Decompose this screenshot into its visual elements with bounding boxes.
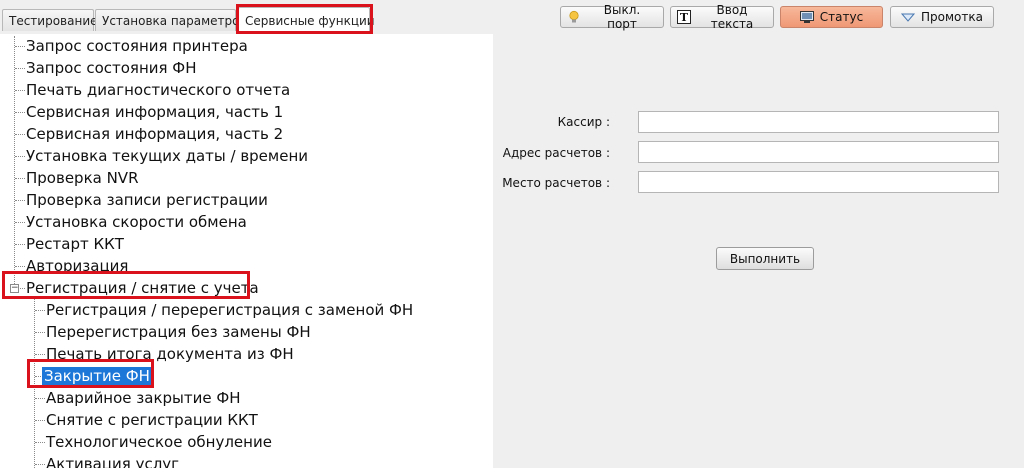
svg-text:T: T	[680, 11, 689, 24]
form-panel: Кассир : Адрес расчетов : Место расчетов…	[493, 34, 1024, 468]
tree-item-service-info-2[interactable]: Сервисная информация, часть 2	[26, 124, 283, 144]
tab-testing[interactable]: Тестирование	[2, 9, 98, 31]
tree-item-diagnostic-report[interactable]: Печать диагностического отчета	[26, 80, 290, 100]
tree-item-reregistration-no-replace[interactable]: Перерегистрация без замены ФН	[46, 322, 311, 342]
tree-item-service-info-1[interactable]: Сервисная информация, часть 1	[26, 102, 283, 122]
tree-item-nvr-check[interactable]: Проверка NVR	[26, 168, 139, 188]
tree-item-emergency-close-fn[interactable]: Аварийное закрытие ФН	[46, 388, 241, 408]
tree-item-service-activation[interactable]: Активация услуг	[46, 454, 179, 468]
tree-item-registration-check[interactable]: Проверка записи регистрации	[26, 190, 268, 210]
top-bar: Тестирование Установка параметров Сервис…	[0, 0, 1024, 34]
tree-item-fn-status[interactable]: Запрос состояния ФН	[26, 58, 196, 78]
port-off-button[interactable]: Выкл. порт	[560, 3, 664, 31]
text-icon: T	[677, 10, 691, 24]
tree-connector	[14, 36, 15, 284]
tree-item-reregistration-fn-replace[interactable]: Регистрация / перерегистрация с заменой …	[46, 300, 413, 320]
tree-item-registration[interactable]: Регистрация / снятие с учета	[26, 278, 259, 298]
text-input-button[interactable]: T Ввод текста	[670, 3, 774, 31]
chevron-down-icon	[900, 10, 916, 24]
address-input[interactable]	[638, 141, 999, 163]
lightbulb-icon	[567, 10, 581, 24]
tree-item-baud-rate[interactable]: Установка скорости обмена	[26, 212, 247, 232]
tree-item-print-document-total[interactable]: Печать итога документа из ФН	[46, 344, 294, 364]
place-input[interactable]	[638, 171, 999, 193]
tab-parameters[interactable]: Установка параметров	[95, 9, 247, 31]
monitor-icon	[799, 10, 814, 24]
tree-item-set-datetime[interactable]: Установка текущих даты / времени	[26, 146, 308, 166]
collapse-toggle[interactable]: −	[10, 284, 19, 293]
tree-item-technological-reset[interactable]: Технологическое обнуление	[46, 432, 272, 452]
tab-service-functions[interactable]: Сервисные функции	[238, 7, 375, 33]
status-button[interactable]: Статус	[780, 6, 883, 28]
feed-button[interactable]: Промотка	[890, 6, 994, 28]
execute-button[interactable]: Выполнить	[716, 247, 814, 270]
cashier-input[interactable]	[638, 111, 999, 133]
tree-item-close-fn[interactable]: Закрытие ФН	[41, 366, 153, 386]
cashier-label: Кассир :	[557, 115, 610, 129]
function-tree: Запрос состояния принтера Запрос состоян…	[0, 34, 493, 468]
tree-item-printer-status[interactable]: Запрос состояния принтера	[26, 36, 248, 56]
address-label: Адрес расчетов :	[502, 146, 610, 160]
tree-item-deregistration-kkt[interactable]: Снятие с регистрации ККТ	[46, 410, 258, 430]
place-label: Место расчетов :	[502, 176, 610, 190]
tree-item-restart-kkt[interactable]: Рестарт ККТ	[26, 234, 124, 254]
tree-item-authorization[interactable]: Авторизация	[26, 256, 128, 276]
